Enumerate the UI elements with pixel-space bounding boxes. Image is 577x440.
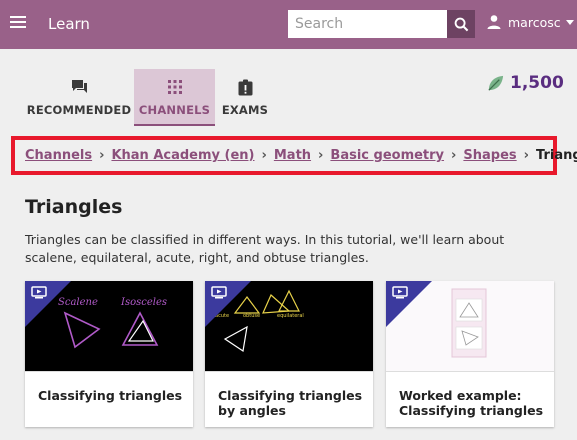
video-thumbnail: acute obtuse equilateral — [205, 281, 373, 371]
person-icon — [487, 15, 501, 29]
breadcrumb-link-shapes[interactable]: Shapes — [463, 148, 516, 163]
thumbnail-text: equilateral — [277, 313, 304, 319]
breadcrumb-separator: › — [318, 148, 324, 163]
tab-label: CHANNELS — [138, 103, 211, 117]
username: marcosc — [508, 14, 561, 30]
breadcrumb-separator: › — [451, 148, 457, 163]
tab-exams[interactable]: EXAMS — [215, 69, 275, 126]
channels-grid-icon — [167, 78, 182, 96]
breadcrumb-link-math[interactable]: Math — [274, 148, 311, 163]
breadcrumb-separator: › — [261, 148, 267, 163]
content-card[interactable]: Scalene Isosceles Classifying triangles — [25, 281, 193, 427]
tab-label: EXAMS — [221, 103, 269, 117]
video-icon — [392, 286, 408, 299]
card-divider — [25, 371, 193, 372]
card-divider — [205, 371, 373, 372]
breadcrumb-link-khan-academy[interactable]: Khan Academy (en) — [111, 148, 254, 163]
menu-icon[interactable] — [10, 16, 26, 30]
recommended-icon — [71, 78, 88, 96]
tab-label: RECOMMENDED — [26, 103, 132, 117]
search-input[interactable] — [288, 10, 447, 38]
search-icon — [454, 17, 468, 31]
app-title: Learn — [48, 15, 90, 33]
card-title: Worked example: Classifying triangles — [399, 388, 544, 418]
search-button[interactable] — [447, 10, 475, 38]
breadcrumb-separator: › — [523, 148, 530, 163]
content-card[interactable]: acute obtuse equilateral Classifying tri… — [205, 281, 373, 427]
chevron-down-icon — [565, 19, 574, 25]
card-divider — [386, 371, 554, 372]
exams-icon — [238, 78, 253, 96]
tab-channels[interactable]: CHANNELS — [134, 69, 215, 126]
points-value: 1,500 — [510, 73, 564, 93]
thumbnail-text: Isosceles — [121, 297, 168, 308]
tab-recommended[interactable]: RECOMMENDED — [24, 69, 134, 126]
video-icon — [211, 286, 227, 299]
breadcrumb-link-basic-geometry[interactable]: Basic geometry — [330, 148, 444, 163]
breadcrumb: Channels › Khan Academy (en) › Math › Ba… — [11, 136, 577, 175]
card-title: Classifying triangles by angles — [218, 388, 363, 418]
breadcrumb-separator: › — [99, 148, 105, 163]
video-thumbnail — [386, 281, 554, 371]
video-thumbnail: Scalene Isosceles — [25, 281, 193, 371]
nav-tabs: RECOMMENDED CHANNELS EXAMS — [24, 69, 275, 126]
video-icon — [31, 286, 47, 299]
app-bar: Learn marcosc — [0, 0, 577, 49]
leaf-points-icon — [488, 75, 504, 91]
points-display: 1,500 — [486, 73, 564, 93]
breadcrumb-current: Triangles — [536, 148, 577, 163]
topic-description: Triangles can be classified in different… — [25, 232, 505, 265]
user-menu[interactable]: marcosc — [486, 14, 574, 30]
breadcrumb-link-channels[interactable]: Channels — [25, 148, 92, 163]
content-card[interactable]: Worked example: Classifying triangles — [386, 281, 554, 427]
card-title: Classifying triangles — [38, 388, 183, 403]
page-title: Triangles — [25, 196, 123, 218]
